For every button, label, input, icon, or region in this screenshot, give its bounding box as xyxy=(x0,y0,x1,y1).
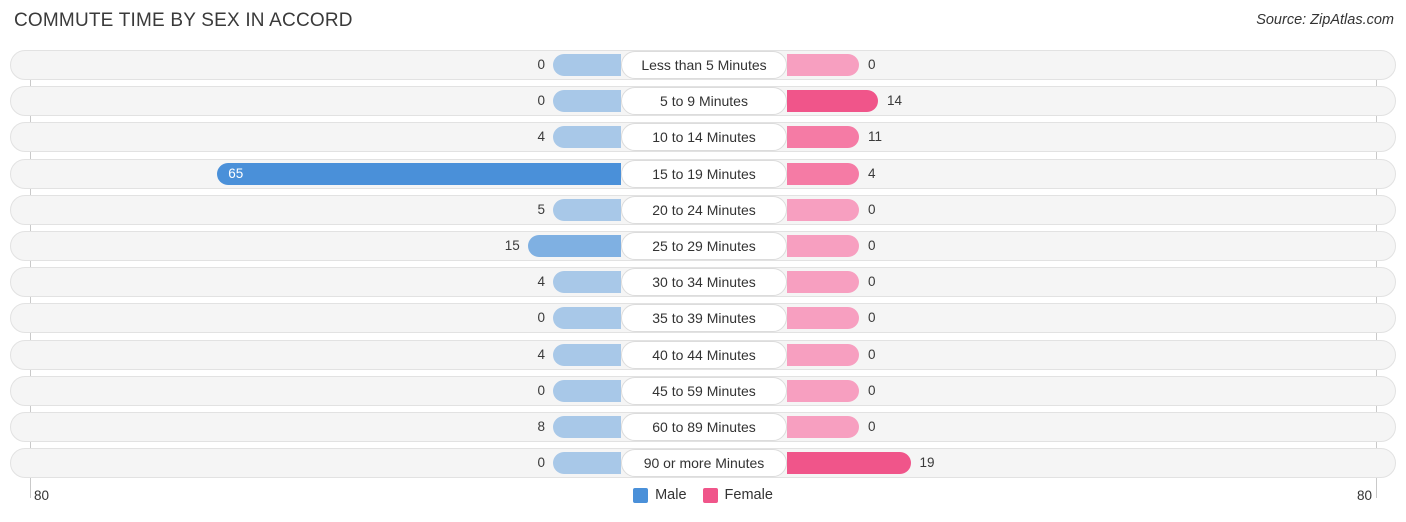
bar-female xyxy=(787,235,859,257)
category-label-pill: 40 to 44 Minutes xyxy=(621,341,787,369)
category-label-pill: 30 to 34 Minutes xyxy=(621,268,787,296)
bar-value-male: 65 xyxy=(228,166,244,181)
bar-value-female: 4 xyxy=(868,166,876,181)
bar-male xyxy=(553,452,621,474)
bar-value-male: 5 xyxy=(537,202,545,217)
bar-female xyxy=(787,452,911,474)
category-label-pill: 5 to 9 Minutes xyxy=(621,87,787,115)
legend-item-label: Female xyxy=(724,487,773,503)
bar-value-male: 0 xyxy=(537,455,545,470)
legend-item-label: Male xyxy=(655,487,687,503)
category-label-pill: Less than 5 Minutes xyxy=(621,51,787,79)
legend-item[interactable]: Male xyxy=(633,487,687,503)
bar-female xyxy=(787,126,859,148)
bar-male xyxy=(553,54,621,76)
category-label-pill: 10 to 14 Minutes xyxy=(621,123,787,151)
bar-male xyxy=(553,416,621,438)
bar-female xyxy=(787,380,859,402)
bar-value-male: 4 xyxy=(537,274,545,289)
bar-female xyxy=(787,344,859,366)
chart-legend: Male Female xyxy=(0,487,1406,503)
category-label-pill: 15 to 19 Minutes xyxy=(621,160,787,188)
bar-value-male: 4 xyxy=(537,129,545,144)
category-label-pill: 20 to 24 Minutes xyxy=(621,196,787,224)
bar-female xyxy=(787,199,859,221)
bar-male xyxy=(553,199,621,221)
bar-value-male: 15 xyxy=(504,238,520,253)
bar-value-female: 14 xyxy=(887,93,903,108)
bar-male xyxy=(553,126,621,148)
bar-male xyxy=(553,271,621,293)
category-label-pill: 90 or more Minutes xyxy=(621,449,787,477)
bar-value-male: 4 xyxy=(537,347,545,362)
bar-female xyxy=(787,271,859,293)
category-label-pill: 45 to 59 Minutes xyxy=(621,377,787,405)
bar-male xyxy=(553,90,621,112)
bar-male xyxy=(553,307,621,329)
page-title: COMMUTE TIME BY SEX IN ACCORD xyxy=(14,10,353,31)
bar-value-female: 0 xyxy=(868,57,876,72)
source-attribution: Source: ZipAtlas.com xyxy=(1256,12,1394,28)
bar-female xyxy=(787,90,878,112)
chart-container: COMMUTE TIME BY SEX IN ACCORD Source: Zi… xyxy=(0,0,1406,522)
bar-value-female: 19 xyxy=(919,455,935,470)
category-label-pill: 25 to 29 Minutes xyxy=(621,232,787,260)
bar-value-female: 0 xyxy=(868,202,876,217)
bar-value-female: 0 xyxy=(868,310,876,325)
bar-value-male: 0 xyxy=(537,57,545,72)
bar-male xyxy=(217,163,621,185)
bar-male xyxy=(527,235,621,257)
bar-female xyxy=(787,416,859,438)
bar-value-female: 0 xyxy=(868,383,876,398)
category-label-pill: 35 to 39 Minutes xyxy=(621,304,787,332)
plot-area: 0 0 Less than 5 Minutes 0 14 5 to 9 Minutes 4 1… xyxy=(10,50,1396,498)
legend-swatch-female xyxy=(702,487,718,503)
legend-swatch-male xyxy=(633,487,649,503)
bar-value-male: 0 xyxy=(537,383,545,398)
legend-item[interactable]: Female xyxy=(702,487,773,503)
bar-value-male: 0 xyxy=(537,310,545,325)
bar-value-female: 0 xyxy=(868,419,876,434)
bar-value-female: 0 xyxy=(868,347,876,362)
bar-female xyxy=(787,307,859,329)
bar-male xyxy=(553,380,621,402)
bar-value-female: 0 xyxy=(868,238,876,253)
category-label-pill: 60 to 89 Minutes xyxy=(621,413,787,441)
bar-value-male: 0 xyxy=(537,93,545,108)
bar-value-female: 11 xyxy=(868,129,883,144)
bar-female xyxy=(787,54,859,76)
bar-value-male: 8 xyxy=(537,419,545,434)
bar-female xyxy=(787,163,859,185)
bar-value-female: 0 xyxy=(868,274,876,289)
bar-male xyxy=(553,344,621,366)
